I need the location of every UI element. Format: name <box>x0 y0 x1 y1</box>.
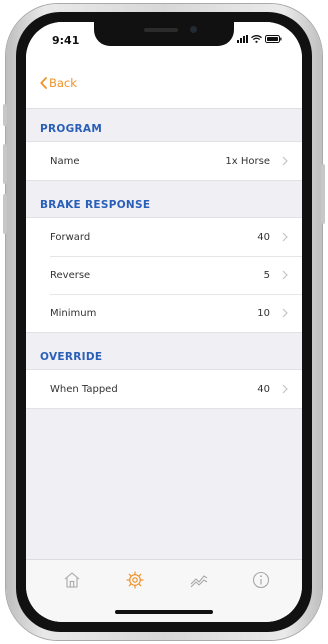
volume-down-button <box>3 194 7 234</box>
row-reverse[interactable]: Reverse 5 <box>26 256 302 294</box>
row-label: When Tapped <box>50 383 118 395</box>
section-header-brake-response: BRAKE RESPONSE <box>40 199 151 211</box>
section-program: Name 1x Horse <box>26 141 302 181</box>
row-value: 10 <box>257 307 270 319</box>
notch <box>94 22 234 46</box>
chevron-left-icon <box>40 77 47 89</box>
chevron-right-icon <box>282 308 288 318</box>
navigation-bar: Back <box>26 62 302 109</box>
wifi-icon <box>251 35 262 43</box>
status-time: 9:41 <box>52 34 80 47</box>
speaker-grille <box>144 28 178 32</box>
phone-frame: 9:41 Back PROGRAM Name 1x Horse BRAKE RE… <box>3 4 325 640</box>
row-label: Forward <box>50 231 91 243</box>
screen: 9:41 Back PROGRAM Name 1x Horse BRAKE RE… <box>26 22 302 622</box>
back-button[interactable]: Back <box>40 76 77 90</box>
chevron-right-icon <box>282 384 288 394</box>
phone-body: 9:41 Back PROGRAM Name 1x Horse BRAKE RE… <box>16 12 312 632</box>
home-icon[interactable] <box>62 570 82 590</box>
back-label: Back <box>49 76 77 90</box>
volume-up-button <box>3 144 7 184</box>
front-camera <box>190 26 197 33</box>
chevron-right-icon <box>282 270 288 280</box>
section-header-override: OVERRIDE <box>40 351 103 363</box>
signal-icon <box>237 35 248 43</box>
home-indicator[interactable] <box>115 610 213 614</box>
mute-switch <box>3 104 7 126</box>
row-value: 5 <box>263 269 270 281</box>
power-button <box>321 164 325 224</box>
section-override: When Tapped 40 <box>26 369 302 409</box>
status-icons <box>237 35 282 43</box>
row-forward[interactable]: Forward 40 <box>26 218 302 256</box>
row-minimum[interactable]: Minimum 10 <box>26 294 302 332</box>
row-name[interactable]: Name 1x Horse <box>26 142 302 180</box>
row-value: 1x Horse <box>225 155 270 167</box>
tab-bar <box>26 559 302 622</box>
chevron-right-icon <box>282 232 288 242</box>
settings-list: PROGRAM Name 1x Horse BRAKE RESPONSE For… <box>26 109 302 409</box>
row-label: Reverse <box>50 269 91 281</box>
gear-icon[interactable] <box>125 570 145 590</box>
row-label: Name <box>50 155 80 167</box>
row-value: 40 <box>257 383 270 395</box>
row-when-tapped[interactable]: When Tapped 40 <box>26 370 302 408</box>
row-value: 40 <box>257 231 270 243</box>
chevron-right-icon <box>282 156 288 166</box>
section-brake-response: Forward 40 Reverse 5 Minimum 10 <box>26 217 302 333</box>
info-icon[interactable] <box>251 570 271 590</box>
graph-icon[interactable] <box>189 570 209 590</box>
battery-icon <box>265 35 282 43</box>
section-header-program: PROGRAM <box>40 123 103 135</box>
row-label: Minimum <box>50 307 97 319</box>
